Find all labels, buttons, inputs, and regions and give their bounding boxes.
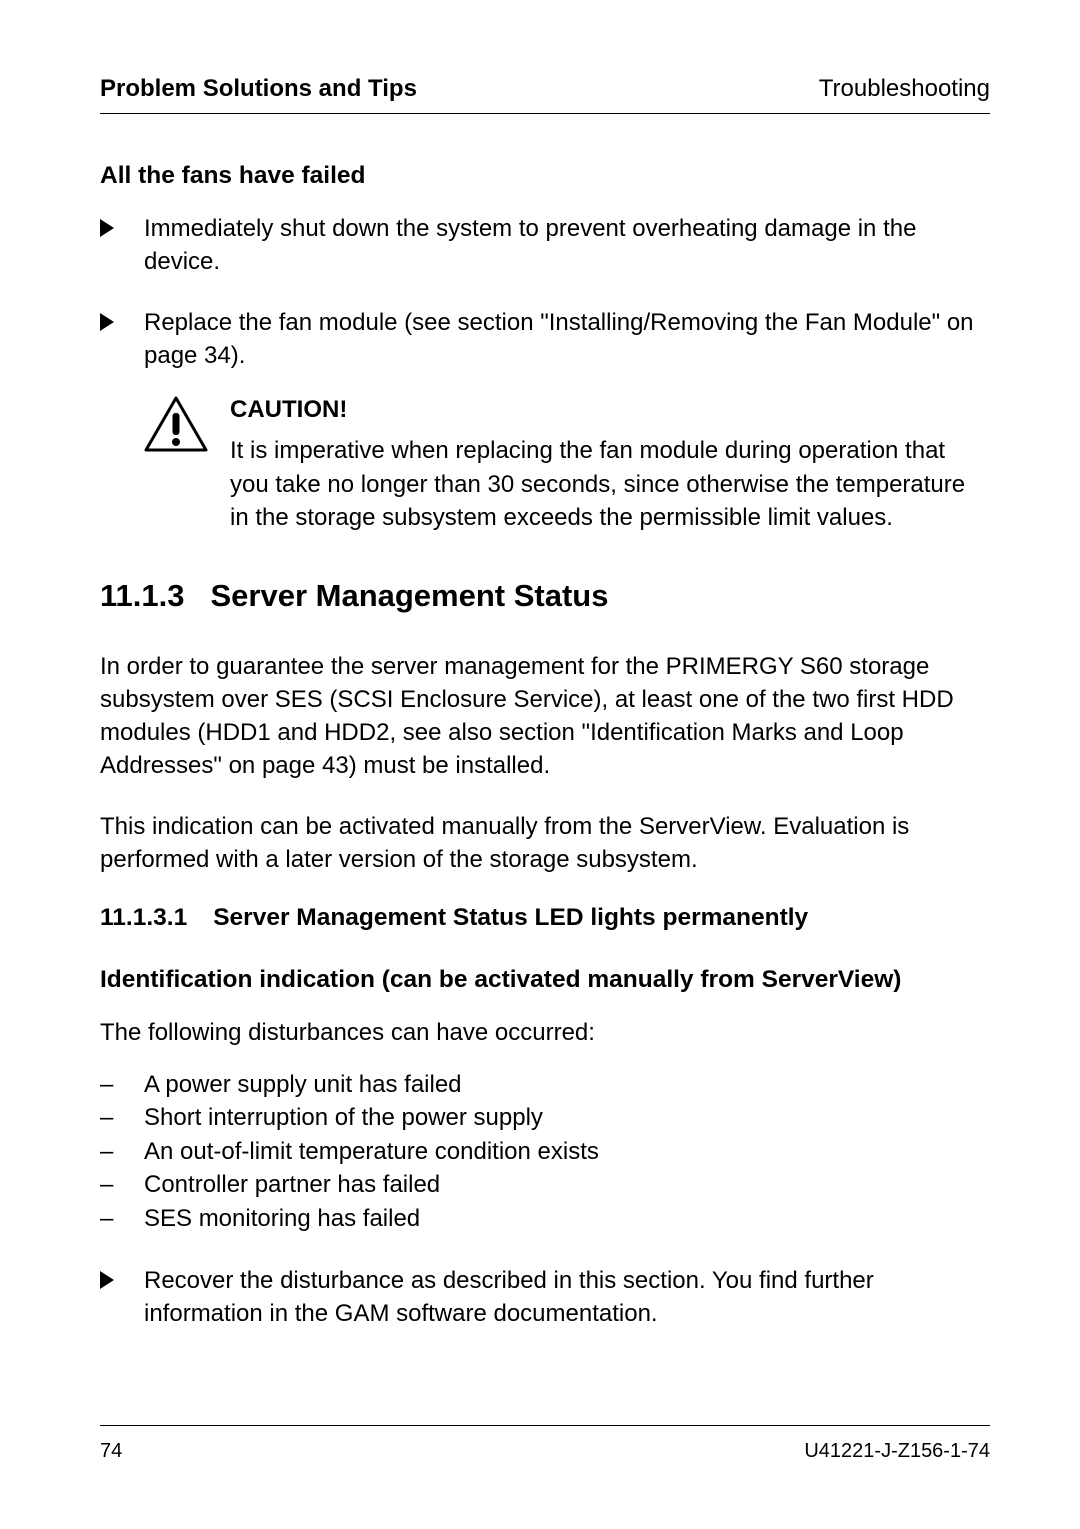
list-item-text: Controller partner has failed [144, 1171, 440, 1198]
action-arrow-icon [100, 313, 118, 331]
list-item: Replace the fan module (see section "Ins… [100, 306, 990, 372]
running-header: Problem Solutions and Tips Troubleshooti… [100, 75, 990, 114]
list-item-text: A power supply unit has failed [144, 1071, 462, 1098]
list-item: A power supply unit has failed [100, 1068, 990, 1102]
heading-11-1-3: 11.1.3 Server Management Status [100, 578, 990, 614]
caution-block: CAUTION! It is imperative when replacing… [100, 396, 990, 533]
header-section-title: Problem Solutions and Tips [100, 75, 417, 103]
heading-number: 11.1.3.1 [100, 904, 187, 932]
page-footer: 74 U41221-J-Z156-1-74 [100, 1425, 990, 1463]
subheading-identification: Identification indication (can be activa… [100, 966, 990, 994]
action-arrow-icon [100, 219, 118, 237]
header-chapter-title: Troubleshooting [819, 75, 990, 103]
heading-11-1-3-1: 11.1.3.1 Server Management Status LED li… [100, 904, 990, 932]
list-item: An out-of-limit temperature condition ex… [100, 1135, 990, 1169]
disturbances-list: A power supply unit has failed Short int… [100, 1068, 990, 1236]
caution-title: CAUTION! [230, 396, 990, 424]
list-item: Controller partner has failed [100, 1168, 990, 1202]
paragraph: In order to guarantee the server managem… [100, 650, 990, 782]
page-number: 74 [100, 1440, 122, 1463]
recover-action-list: Recover the disturbance as described in … [100, 1264, 990, 1330]
list-item-text: Recover the disturbance as described in … [144, 1267, 874, 1327]
list-item-text: Immediately shut down the system to prev… [144, 215, 916, 275]
action-arrow-icon [100, 1271, 118, 1289]
fans-action-list: Immediately shut down the system to prev… [100, 212, 990, 372]
list-item-text: Replace the fan module (see section "Ins… [144, 309, 974, 369]
caution-icon [144, 396, 208, 452]
list-item-text: SES monitoring has failed [144, 1205, 420, 1232]
disturbances-intro: The following disturbances can have occu… [100, 1016, 990, 1049]
list-item: Immediately shut down the system to prev… [100, 212, 990, 278]
heading-title: Server Management Status [210, 578, 608, 614]
caution-body: It is imperative when replacing the fan … [230, 434, 990, 533]
heading-title: Server Management Status LED lights perm… [213, 904, 808, 932]
list-item-text: An out-of-limit temperature condition ex… [144, 1138, 599, 1165]
heading-number: 11.1.3 [100, 578, 184, 614]
list-item: SES monitoring has failed [100, 1202, 990, 1236]
list-item-text: Short interruption of the power supply [144, 1104, 543, 1131]
list-item: Recover the disturbance as described in … [100, 1264, 990, 1330]
subsection-fans-title: All the fans have failed [100, 162, 990, 190]
document-id: U41221-J-Z156-1-74 [804, 1440, 990, 1463]
paragraph: This indication can be activated manuall… [100, 810, 990, 876]
list-item: Short interruption of the power supply [100, 1101, 990, 1135]
